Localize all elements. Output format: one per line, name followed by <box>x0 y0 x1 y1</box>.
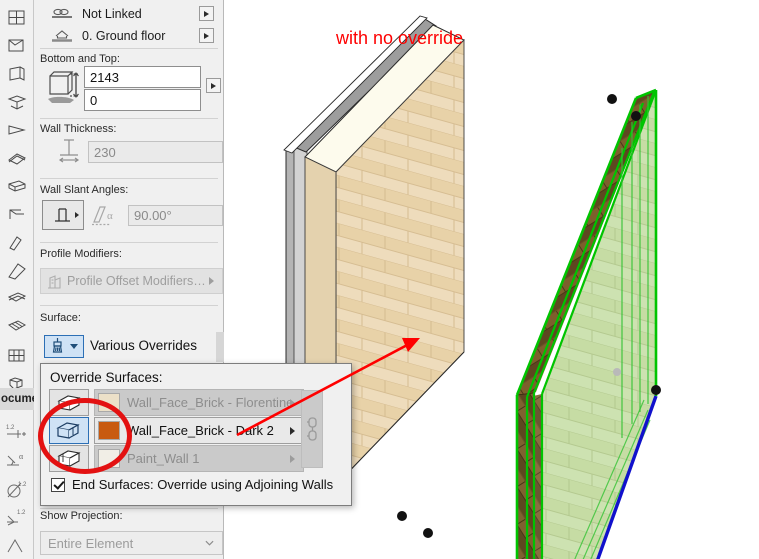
design-tools-toolbar[interactable]: ocumer 1.2 α 1.2 1.2 <box>0 0 34 559</box>
svg-text:1.2: 1.2 <box>18 482 27 488</box>
expand-arrow-inner[interactable] <box>290 426 295 435</box>
show-projection-group-label: Show Projection: <box>40 510 123 522</box>
object-tool-icon[interactable] <box>2 341 32 369</box>
bottom-top-group-label: Bottom and Top: <box>40 53 120 65</box>
wall-slant-angle-input[interactable]: 90.00° <box>128 205 223 226</box>
surface-value-label: Various Overrides <box>90 338 198 353</box>
surface-name-inner: Wall_Face_Brick - Dark 2 <box>127 423 274 438</box>
mesh-tool-icon[interactable] <box>2 172 32 200</box>
wall-thickness-input[interactable]: 230 <box>88 141 223 163</box>
paint-brush-icon <box>49 336 66 357</box>
override-field-inner[interactable]: Wall_Face_Brick - Dark 2 <box>94 417 304 444</box>
annotation-label: with no override <box>336 28 464 48</box>
stair-tool-icon[interactable] <box>2 257 32 285</box>
dimension-level-icon[interactable]: 1.2 <box>2 503 32 531</box>
wall-bottom-input[interactable]: 0 <box>84 89 201 111</box>
dimension-radial-icon[interactable]: 1.2 <box>2 475 32 503</box>
slab-tool-icon[interactable] <box>2 32 32 60</box>
wall-thickness-group-label: Wall Thickness: <box>40 123 117 135</box>
not-linked-expand-button[interactable] <box>199 6 214 21</box>
chevron-down-icon <box>205 540 214 546</box>
surface-swatch-outer <box>98 393 120 412</box>
column-tool-icon[interactable] <box>2 88 32 116</box>
surface-swatch-edge <box>98 449 120 468</box>
roof-tool-icon[interactable] <box>2 144 32 172</box>
profile-modifier-icon <box>46 273 64 294</box>
documentation-tab[interactable]: ocumer <box>0 388 34 410</box>
override-surfaces-popup: Override Surfaces: Wall_Face_Brick - Flo… <box>40 363 352 506</box>
wall-slant-group-label: Wall Slant Angles: <box>40 184 129 196</box>
shell-tool-icon[interactable] <box>2 201 32 229</box>
railing-tool-icon[interactable] <box>2 285 32 313</box>
svg-text:α: α <box>19 452 24 461</box>
beam-tool-icon[interactable] <box>2 116 32 144</box>
curtain-wall-icon[interactable] <box>2 229 32 257</box>
surface-group-label: Surface: <box>40 312 81 324</box>
surface-name-edge: Paint_Wall 1 <box>127 451 200 466</box>
profile-modifiers-group-label: Profile Modifiers: <box>40 248 122 260</box>
svg-text:α: α <box>107 210 113 222</box>
bottom-top-expand-button[interactable] <box>206 78 221 93</box>
override-field-edge[interactable]: Paint_Wall 1 <box>94 445 304 472</box>
end-surfaces-label: End Surfaces: Override using Adjoining W… <box>72 477 334 492</box>
wall-height-icon <box>44 70 86 108</box>
dimension-angular-icon[interactable]: α <box>2 447 32 475</box>
checkbox-box[interactable] <box>51 477 65 492</box>
expand-arrow-outer[interactable] <box>290 398 295 407</box>
story-expand-button[interactable] <box>199 28 214 43</box>
panel-scrollbar[interactable] <box>216 332 224 362</box>
surface-name-outer: Wall_Face_Brick - Florentine Lime… <box>127 395 290 410</box>
profile-offset-modifiers-button[interactable]: Profile Offset Modifiers… <box>40 268 223 294</box>
home-story-icon <box>48 26 76 46</box>
thickness-icon <box>52 138 86 166</box>
surface-swatch-inner <box>98 421 120 440</box>
dimension-linear-icon[interactable]: 1.2 <box>2 419 32 447</box>
link-surfaces-icon[interactable] <box>301 390 323 468</box>
expand-arrow-edge[interactable] <box>290 454 295 463</box>
story-label: 0. Ground floor <box>82 29 166 43</box>
zone-tool-icon[interactable] <box>2 313 32 341</box>
wall-top-input[interactable]: 2143 <box>84 66 201 88</box>
inner-face-cube-icon[interactable] <box>49 417 89 444</box>
slant-angle-icon: α <box>90 203 124 228</box>
popup-title: Override Surfaces: <box>50 370 163 385</box>
end-surfaces-checkbox[interactable]: End Surfaces: Override using Adjoining W… <box>51 477 333 492</box>
profile-offset-modifiers-label: Profile Offset Modifiers… <box>67 274 206 288</box>
show-projection-select[interactable]: Entire Element <box>40 531 223 555</box>
outer-face-cube-icon[interactable] <box>49 389 89 416</box>
show-projection-value: Entire Element <box>48 535 134 551</box>
svg-text:1.2: 1.2 <box>17 510 26 516</box>
wall-slant-mode-button[interactable] <box>42 200 84 230</box>
chevron-down-icon <box>70 344 78 349</box>
override-field-outer[interactable]: Wall_Face_Brick - Florentine Lime… <box>94 389 304 416</box>
svg-text:1.2: 1.2 <box>6 425 15 431</box>
edge-face-cube-icon[interactable] <box>49 445 89 472</box>
not-linked-label: Not Linked <box>82 7 142 21</box>
surface-override-button[interactable] <box>44 335 84 358</box>
not-linked-icon <box>48 4 76 24</box>
wall-tool-icon[interactable] <box>2 60 32 88</box>
morph-tool-icon[interactable] <box>2 4 32 32</box>
annotation-tool-icon[interactable] <box>2 531 32 559</box>
